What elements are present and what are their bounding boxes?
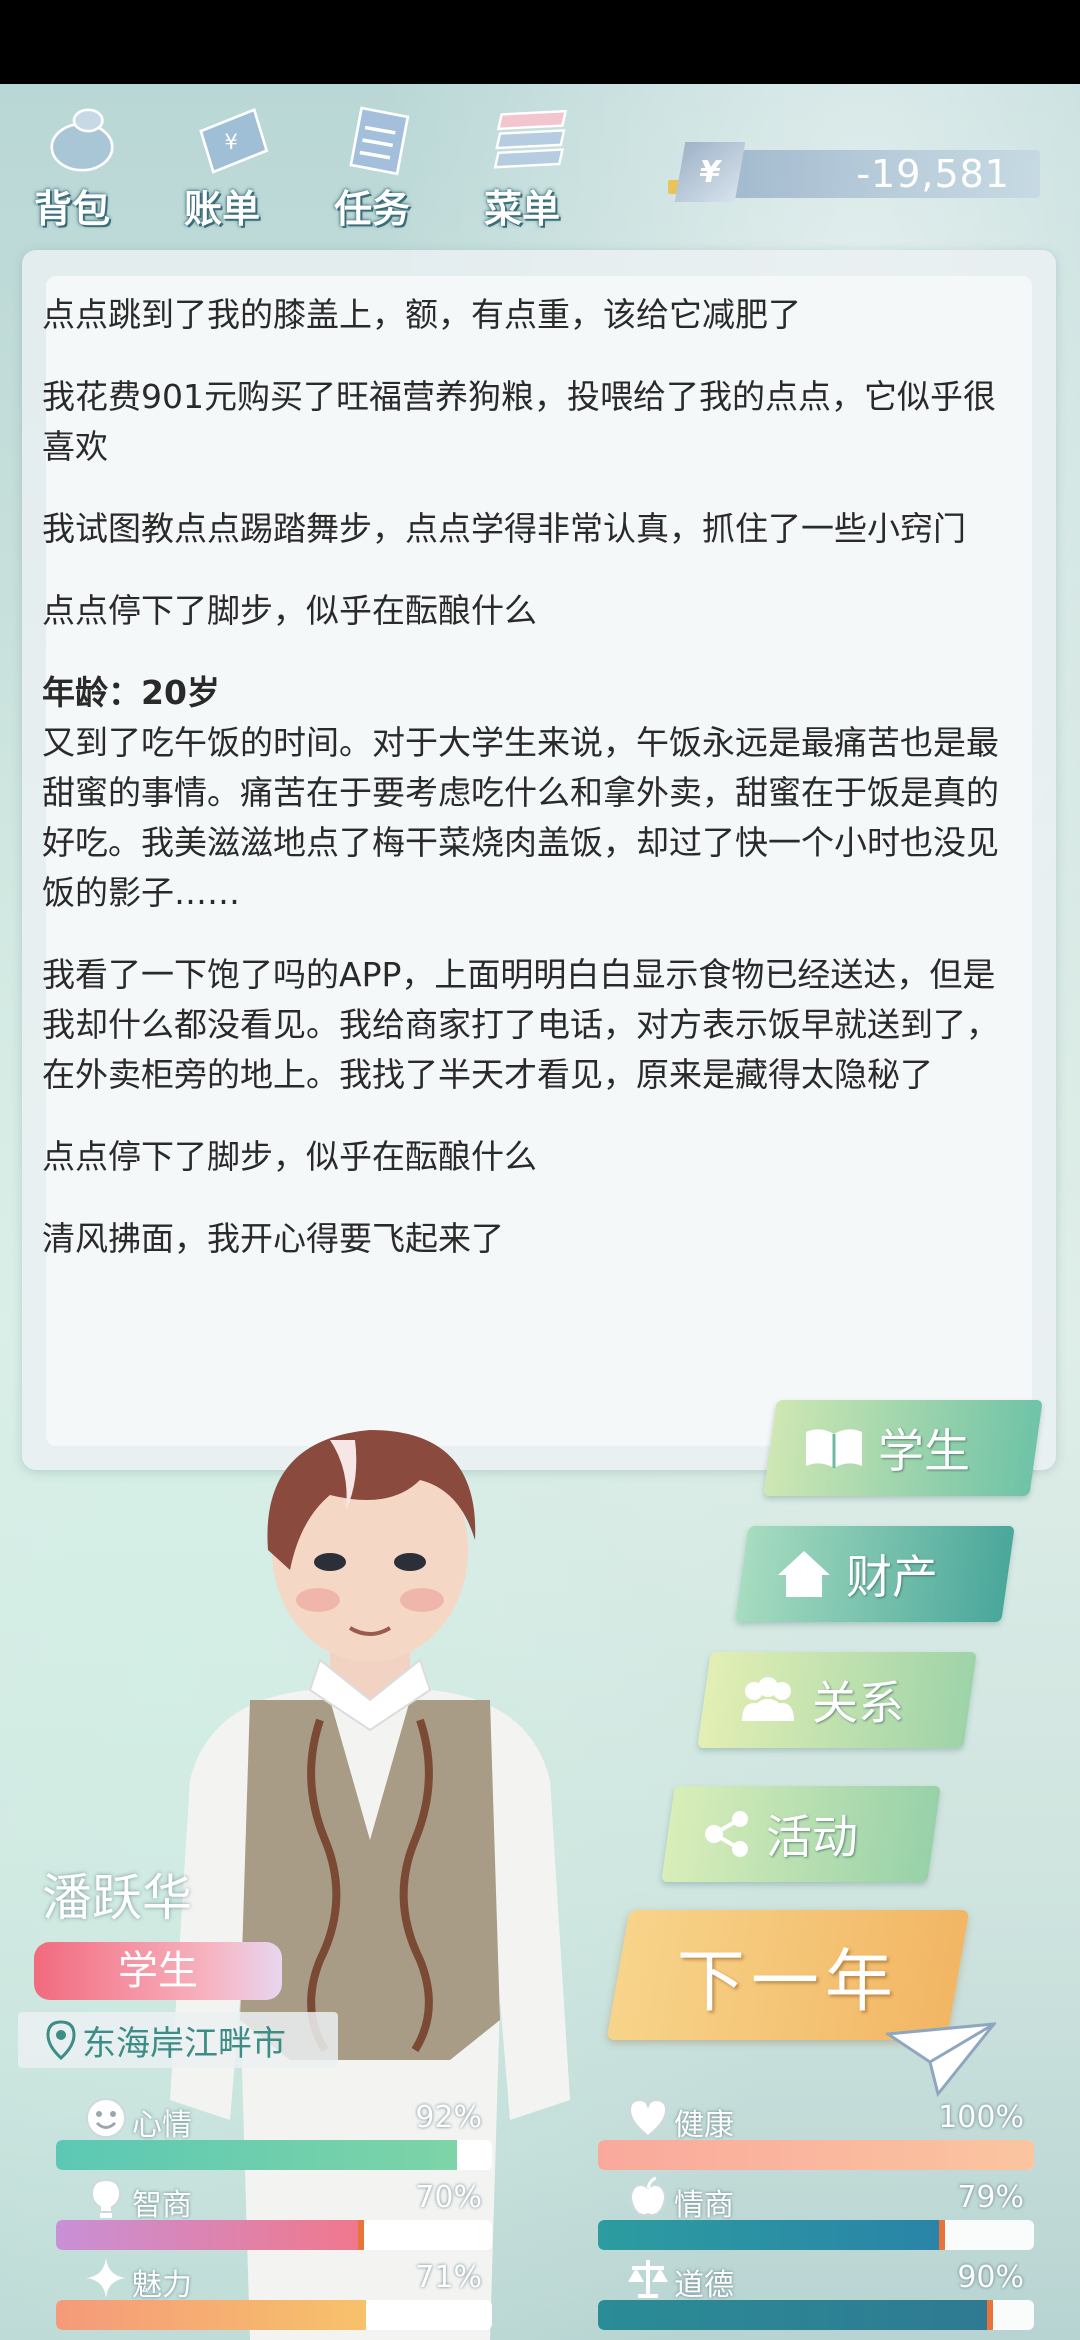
stat-bar-fill xyxy=(56,2140,458,2170)
stat-value: 71% xyxy=(415,2260,482,2295)
bill-icon: ¥ xyxy=(192,100,272,180)
student-label: 学生 xyxy=(878,1424,970,1478)
svg-text:¥: ¥ xyxy=(224,130,238,155)
stat-value: 70% xyxy=(415,2180,482,2215)
stat-morality: 道德 90% xyxy=(598,2256,1038,2336)
stat-bar xyxy=(598,2220,1034,2250)
log-entry: 点点停下了脚步，似乎在酝酿什么 xyxy=(42,591,537,630)
share-icon xyxy=(705,1811,748,1857)
stat-label: 智商 xyxy=(132,2188,192,2223)
location-tag: 东海岸江畔市 xyxy=(18,2012,338,2068)
stats-panel: 心情 92% 健康 100% 智商 70% 情商 79% 魅力 71% 道德 9… xyxy=(0,2090,1080,2340)
stat-value: 90% xyxy=(957,2260,1024,2295)
backpack-icon xyxy=(42,100,122,180)
apple-icon xyxy=(630,2176,666,2217)
log-entry: 又到了吃午饭的时间。对于大学生来说，午饭永远是最痛苦也是最甜蜜的事情。痛苦在于要… xyxy=(42,723,999,912)
relations-label: 关系 xyxy=(812,1676,904,1730)
task-icon xyxy=(342,100,422,180)
menu-icon xyxy=(492,100,572,180)
heart-icon xyxy=(628,2098,668,2138)
assets-button[interactable]: 财产 xyxy=(735,1526,1015,1622)
stat-bar xyxy=(598,2140,1034,2170)
stat-bar-fill xyxy=(598,2220,943,2250)
location-label: 东海岸江畔市 xyxy=(82,2023,286,2064)
paper-plane-icon xyxy=(886,2022,996,2098)
money-display: ¥ -19,581 xyxy=(668,142,1040,202)
log-entry: 我看了一下饱了吗的APP，上面明明白白显示食物已经送达，但是我却什么都没看见。我… xyxy=(42,955,999,1094)
bulb-icon xyxy=(90,2178,122,2218)
sparkle-icon xyxy=(86,2258,126,2298)
stat-charm: 魅力 71% xyxy=(56,2256,496,2336)
activities-label: 活动 xyxy=(766,1810,858,1864)
top-nav: 背包 ¥ 账单 任务 菜单 xyxy=(20,100,590,231)
stat-value: 100% xyxy=(938,2100,1024,2135)
backpack-button[interactable]: 背包 xyxy=(20,100,140,231)
stat-bar xyxy=(56,2140,492,2170)
log-entry: 点点跳到了我的膝盖上，额，有点重，该给它减肥了 xyxy=(42,295,801,334)
stat-label: 魅力 xyxy=(132,2268,192,2303)
stat-bar-marker xyxy=(939,2220,946,2250)
yen-icon: ¥ xyxy=(674,142,746,202)
activities-button[interactable]: 活动 xyxy=(661,1786,941,1882)
house-icon xyxy=(778,1551,830,1597)
bill-label: 账单 xyxy=(184,187,261,231)
stat-health: 健康 100% xyxy=(598,2096,1038,2176)
next-year-label: 下一年 xyxy=(676,1942,899,2022)
book-icon xyxy=(806,1429,862,1468)
location-pin-icon xyxy=(46,2020,76,2060)
age-heading: 年龄：20岁 xyxy=(42,673,220,712)
stat-bar xyxy=(598,2300,1034,2330)
backpack-label: 背包 xyxy=(34,187,111,231)
log-entry: 我花费901元购买了旺福营养狗粮，投喂给了我的点点，它似乎很喜欢 xyxy=(42,377,996,466)
task-button[interactable]: 任务 xyxy=(320,100,440,231)
stat-bar-fill xyxy=(56,2300,366,2330)
relations-button[interactable]: 关系 xyxy=(697,1652,977,1748)
stat-bar-fill xyxy=(598,2140,1034,2170)
event-log[interactable]: 点点跳到了我的膝盖上，额，有点重，该给它减肥了 我花费901元购买了旺福营养狗粮… xyxy=(42,290,1002,1296)
menu-label: 菜单 xyxy=(484,187,561,231)
log-entry: 我试图教点点踢踏舞步，点点学得非常认真，抓住了一些小窍门 xyxy=(42,509,966,548)
stat-label: 心情 xyxy=(132,2108,192,2143)
stat-value: 79% xyxy=(957,2180,1024,2215)
money-amount: -19,581 xyxy=(856,152,1010,196)
stat-mood: 心情 92% xyxy=(56,2096,496,2176)
character-role-badge: 学生 xyxy=(34,1942,282,2000)
stat-bar xyxy=(56,2300,492,2330)
assets-label: 财产 xyxy=(846,1550,938,1604)
stat-bar-marker xyxy=(987,2300,994,2330)
stat-iq: 智商 70% xyxy=(56,2176,496,2256)
stat-eq: 情商 79% xyxy=(598,2176,1038,2256)
people-icon xyxy=(742,1677,794,1721)
stat-label: 道德 xyxy=(674,2268,734,2303)
status-bar xyxy=(0,0,1080,84)
task-label: 任务 xyxy=(334,187,411,231)
stat-value: 92% xyxy=(415,2100,482,2135)
scale-icon xyxy=(628,2260,668,2298)
log-entry: 清风拂面，我开心得要飞起来了 xyxy=(42,1219,504,1258)
stat-bar-fill xyxy=(56,2220,362,2250)
smiley-icon xyxy=(86,2098,126,2138)
bill-button[interactable]: ¥ 账单 xyxy=(170,100,290,231)
stat-bar-fill xyxy=(598,2300,991,2330)
student-button[interactable]: 学生 xyxy=(763,1400,1043,1496)
stat-label: 情商 xyxy=(674,2188,734,2223)
stat-label: 健康 xyxy=(674,2108,734,2143)
stat-bar-marker xyxy=(358,2220,365,2250)
log-entry: 点点停下了脚步，似乎在酝酿什么 xyxy=(42,1137,537,1176)
character-name: 潘跃华 xyxy=(42,1869,192,1927)
menu-button[interactable]: 菜单 xyxy=(470,100,590,231)
stat-bar xyxy=(56,2220,492,2250)
